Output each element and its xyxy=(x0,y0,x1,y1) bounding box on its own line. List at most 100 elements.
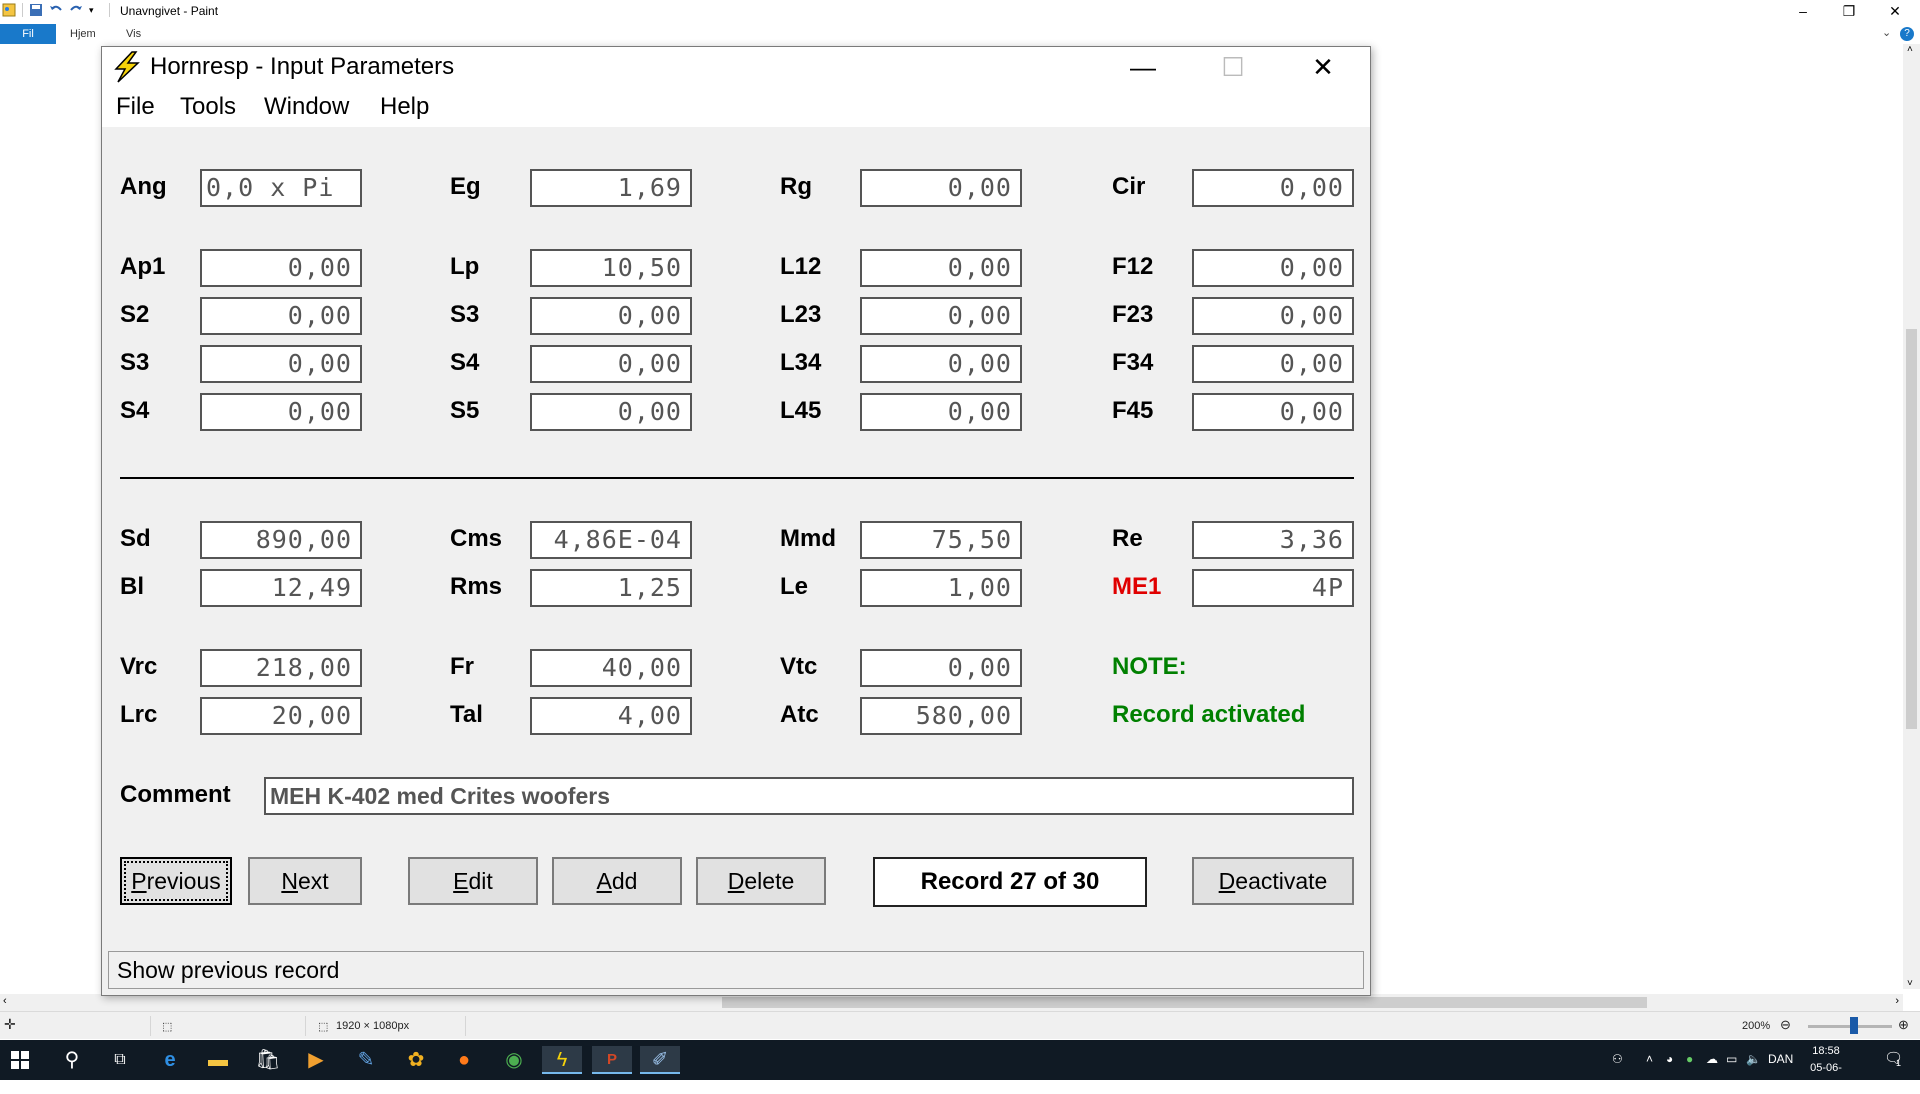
edit-button[interactable]: Edit xyxy=(408,857,538,905)
field-cms[interactable]: 4,86E-04 xyxy=(530,521,692,559)
tab-fil[interactable]: Fil xyxy=(0,24,56,44)
zoom-out-icon[interactable]: ⊖ xyxy=(1780,1017,1791,1033)
vertical-scrollbar[interactable]: ˄ ˅ xyxy=(1903,44,1920,989)
scroll-left-icon[interactable]: ‹ xyxy=(3,995,7,1007)
network-icon[interactable]: ▭ xyxy=(1726,1052,1737,1066)
app-icon[interactable]: ✿ xyxy=(396,1046,436,1074)
people-icon[interactable]: ⚇ xyxy=(1612,1052,1623,1066)
menu-file[interactable]: File xyxy=(116,93,155,121)
field-le[interactable]: 1,00 xyxy=(860,569,1022,607)
field-re[interactable]: 3,36 xyxy=(1192,521,1354,559)
field-s3-a[interactable]: 0,00 xyxy=(530,297,692,335)
add-button[interactable]: Add xyxy=(552,857,682,905)
hornresp-close-button[interactable]: ✕ xyxy=(1288,47,1358,87)
field-ap1[interactable]: 0,00 xyxy=(200,249,362,287)
tray-app-icon[interactable]: ◕ xyxy=(1666,1052,1673,1066)
scroll-up-icon[interactable]: ˄ xyxy=(1907,44,1913,55)
horizontal-scroll-thumb[interactable] xyxy=(722,997,1647,1008)
menu-help[interactable]: Help xyxy=(380,93,429,121)
delete-button[interactable]: Delete xyxy=(696,857,826,905)
field-s3[interactable]: 0,00 xyxy=(200,345,362,383)
input-language[interactable]: DAN xyxy=(1768,1052,1793,1066)
scroll-right-icon[interactable]: › xyxy=(1895,995,1899,1007)
redo-icon[interactable] xyxy=(69,3,83,17)
field-sd[interactable]: 890,00 xyxy=(200,521,362,559)
scroll-down-icon[interactable]: ˅ xyxy=(1907,978,1913,989)
tab-vis[interactable]: Vis xyxy=(116,24,151,44)
field-rg[interactable]: 0,00 xyxy=(860,169,1022,207)
field-s4[interactable]: 0,00 xyxy=(200,393,362,431)
field-vrc[interactable]: 218,00 xyxy=(200,649,362,687)
field-lrc[interactable]: 20,00 xyxy=(200,697,362,735)
system-clock[interactable]: 18:58 05-06-2019 xyxy=(1798,1043,1854,1094)
zoom-slider-handle[interactable] xyxy=(1850,1017,1858,1034)
field-l34[interactable]: 0,00 xyxy=(860,345,1022,383)
comment-field[interactable]: MEH K-402 med Crites woofers xyxy=(264,777,1354,815)
minimize-button[interactable]: – xyxy=(1780,0,1826,24)
hornresp-minimize-button[interactable]: — xyxy=(1108,47,1178,87)
field-l45[interactable]: 0,00 xyxy=(860,393,1022,431)
paint-3d-icon[interactable]: ✎ xyxy=(346,1046,386,1074)
volume-icon[interactable]: 🔈 xyxy=(1746,1052,1761,1066)
menu-window[interactable]: Window xyxy=(264,93,349,121)
store-icon[interactable]: 🛍 xyxy=(248,1046,288,1074)
field-cir[interactable]: 0,00 xyxy=(1192,169,1354,207)
collapse-ribbon-icon[interactable]: ⌄ xyxy=(1882,26,1891,39)
deactivate-button[interactable]: Deactivate xyxy=(1192,857,1354,905)
undo-icon[interactable] xyxy=(49,3,63,17)
show-hidden-icons-icon[interactable]: ˄ xyxy=(1646,1052,1653,1066)
field-me1[interactable]: 4P xyxy=(1192,569,1354,607)
label-s3-a: S3 xyxy=(450,301,480,328)
hornresp-taskbar-icon[interactable]: ϟ xyxy=(542,1046,582,1074)
field-ang[interactable]: 0,0 x Pi xyxy=(200,169,362,207)
paint-app-icon[interactable] xyxy=(2,3,16,17)
menu-tools[interactable]: Tools xyxy=(180,93,236,121)
restore-button[interactable]: ❐ xyxy=(1826,0,1872,24)
windows-start-icon[interactable] xyxy=(0,1046,40,1074)
tab-hjem[interactable]: Hjem xyxy=(60,24,106,44)
field-eg[interactable]: 1,69 xyxy=(530,169,692,207)
field-bl[interactable]: 12,49 xyxy=(200,569,362,607)
field-f12[interactable]: 0,00 xyxy=(1192,249,1354,287)
hornresp-maximize-button[interactable]: ☐ xyxy=(1198,47,1268,87)
field-f34[interactable]: 0,00 xyxy=(1192,345,1354,383)
paint-window-title: Unavngivet - Paint xyxy=(120,4,219,18)
search-icon[interactable]: ⚲ xyxy=(52,1046,92,1074)
field-s2[interactable]: 0,00 xyxy=(200,297,362,335)
firefox-icon[interactable]: ● xyxy=(444,1046,484,1074)
field-tal[interactable]: 4,00 xyxy=(530,697,692,735)
field-vtc[interactable]: 0,00 xyxy=(860,649,1022,687)
file-explorer-icon[interactable]: ▬ xyxy=(198,1046,238,1074)
help-icon[interactable]: ? xyxy=(1900,27,1914,41)
chrome-icon[interactable]: ◉ xyxy=(494,1046,534,1074)
close-button[interactable]: ✕ xyxy=(1872,0,1918,24)
previous-button[interactable]: Previous xyxy=(120,857,232,905)
customize-toolbar-icon[interactable]: ▾ xyxy=(89,3,103,17)
task-view-icon[interactable]: ⧉ xyxy=(100,1046,140,1074)
powerpoint-icon[interactable]: P xyxy=(592,1046,632,1074)
field-f45[interactable]: 0,00 xyxy=(1192,393,1354,431)
field-rms[interactable]: 1,25 xyxy=(530,569,692,607)
media-player-icon[interactable]: ▶ xyxy=(296,1046,336,1074)
paint-taskbar-icon[interactable]: ✐ xyxy=(640,1046,680,1074)
save-icon[interactable] xyxy=(29,3,43,17)
tray-cloud-icon[interactable]: ☁ xyxy=(1706,1052,1718,1066)
field-atc[interactable]: 580,00 xyxy=(860,697,1022,735)
horizontal-scrollbar[interactable]: ‹ › xyxy=(0,994,1903,1011)
field-s5[interactable]: 0,00 xyxy=(530,393,692,431)
edge-icon[interactable]: e xyxy=(150,1046,190,1074)
field-mmd[interactable]: 75,50 xyxy=(860,521,1022,559)
field-f23[interactable]: 0,00 xyxy=(1192,297,1354,335)
label-f34: F34 xyxy=(1112,349,1154,376)
field-l23[interactable]: 0,00 xyxy=(860,297,1022,335)
field-lp[interactable]: 10,50 xyxy=(530,249,692,287)
field-s4-a[interactable]: 0,00 xyxy=(530,345,692,383)
zoom-in-icon[interactable]: ⊕ xyxy=(1898,1017,1909,1033)
tray-sync-icon[interactable]: ● xyxy=(1686,1052,1693,1066)
field-fr[interactable]: 40,00 xyxy=(530,649,692,687)
paint-statusbar: ✛ ⬚ ⬚ 1920 × 1080px 200% ⊖ ⊕ xyxy=(0,1011,1920,1039)
field-l12[interactable]: 0,00 xyxy=(860,249,1022,287)
label-ang: Ang xyxy=(120,173,167,200)
vertical-scroll-thumb[interactable] xyxy=(1906,329,1917,729)
next-button[interactable]: Next xyxy=(248,857,362,905)
